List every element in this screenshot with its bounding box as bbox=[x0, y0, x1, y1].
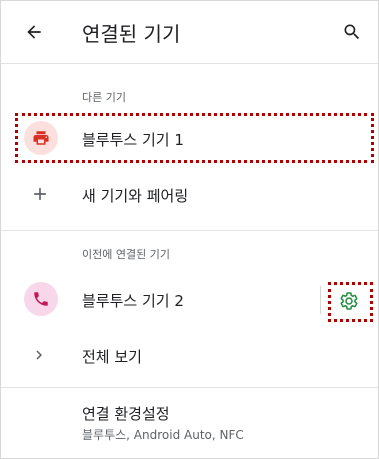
arrow-left-icon bbox=[27, 25, 41, 39]
screen: 연결된 기기 다른 기기 블루투스 기기 1 새 기기와 페어링 이전에 연결된… bbox=[0, 0, 379, 459]
section-divider bbox=[1, 387, 378, 388]
connection-preferences-title: 연결 환경설정 bbox=[82, 405, 170, 423]
section-divider bbox=[1, 230, 378, 231]
app-bar: 연결된 기기 bbox=[1, 1, 378, 64]
gear-icon bbox=[340, 292, 358, 310]
printer-icon-container bbox=[24, 121, 58, 155]
chevron-right-icon bbox=[36, 350, 42, 360]
connection-preferences-row[interactable]: 연결 환경설정 블루투스, Android Auto, NFC bbox=[1, 391, 378, 451]
see-all-label: 전체 보기 bbox=[82, 348, 142, 366]
section-label-previously-connected: 이전에 연결된 기기 bbox=[82, 248, 170, 261]
search-icon bbox=[344, 24, 360, 40]
pair-new-device-row[interactable]: 새 기기와 페어링 bbox=[1, 171, 378, 217]
device-settings-button[interactable] bbox=[336, 288, 362, 314]
device-row-bluetooth-1[interactable]: 블루투스 기기 1 bbox=[1, 114, 378, 162]
connection-preferences-subtitle: 블루투스, Android Auto, NFC bbox=[82, 428, 244, 442]
back-button[interactable] bbox=[19, 17, 49, 47]
plus-icon bbox=[34, 188, 46, 200]
search-button[interactable] bbox=[338, 18, 366, 46]
see-all-row[interactable]: 전체 보기 bbox=[1, 334, 378, 378]
device-row-bluetooth-2[interactable]: 블루투스 기기 2 bbox=[1, 276, 378, 322]
device-label-bluetooth-1: 블루투스 기기 1 bbox=[82, 131, 184, 149]
page-title: 연결된 기기 bbox=[82, 22, 181, 46]
row-separator bbox=[320, 286, 321, 314]
phone-icon bbox=[34, 292, 48, 306]
phone-icon-container bbox=[24, 282, 58, 316]
section-label-other-devices: 다른 기기 bbox=[82, 91, 126, 104]
device-label-bluetooth-2: 블루투스 기기 2 bbox=[82, 292, 184, 310]
printer-icon bbox=[33, 131, 49, 145]
pair-new-device-label: 새 기기와 페어링 bbox=[82, 187, 189, 205]
